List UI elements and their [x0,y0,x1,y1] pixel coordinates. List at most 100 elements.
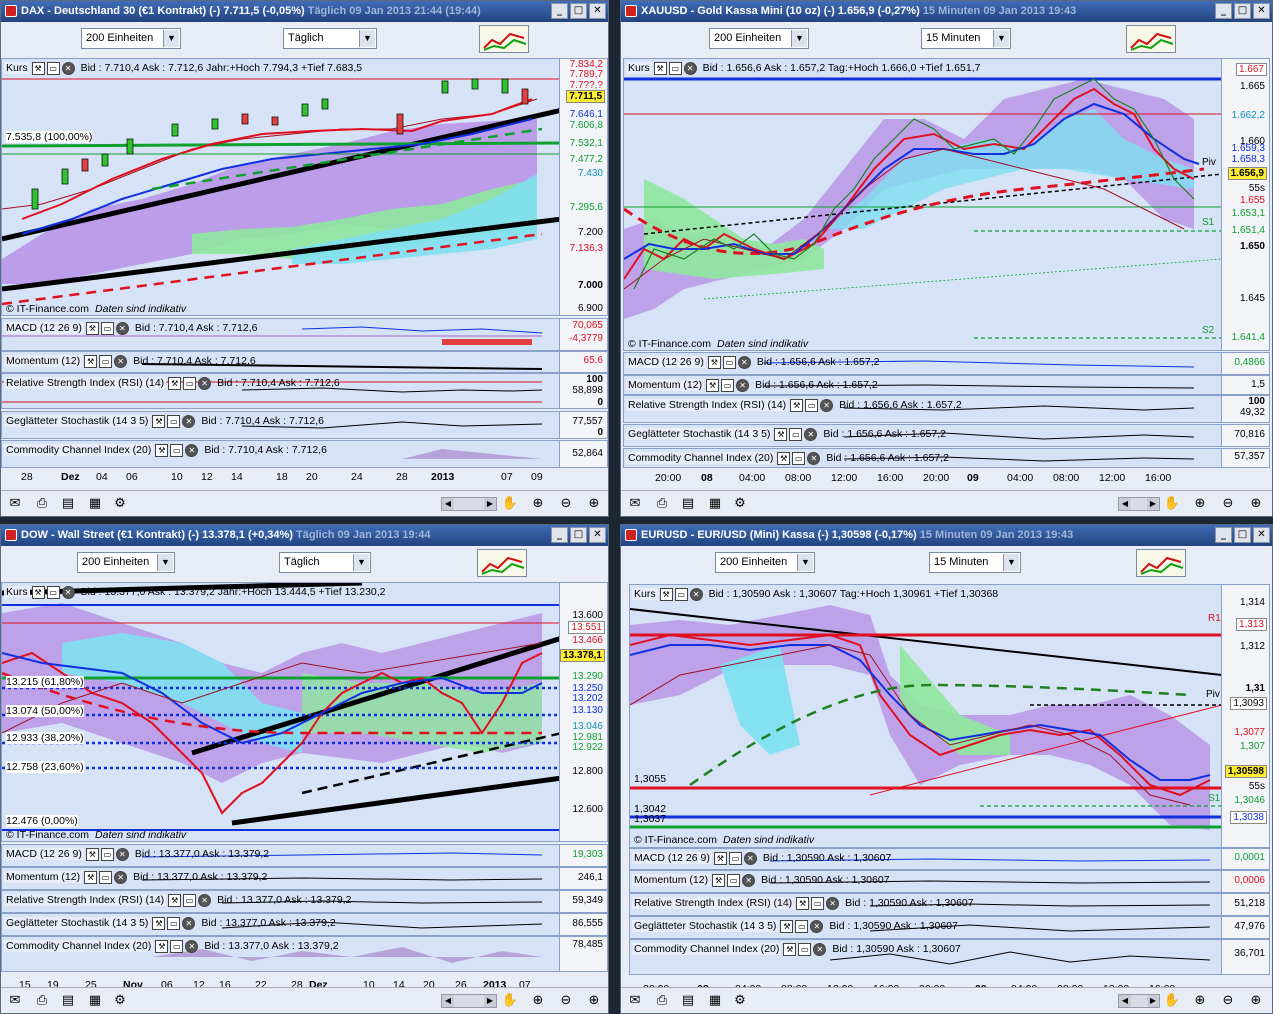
price-scale[interactable]: 13.600 13.551 13.466 13.378,1 13.290 13.… [559,583,607,841]
chevron-down-icon[interactable]: ▼ [993,30,1009,47]
window-icon[interactable]: ▭ [99,870,113,884]
maximize-button[interactable]: □ [1234,3,1251,19]
close-button[interactable]: ✕ [1253,527,1270,543]
close-icon[interactable]: ✕ [114,354,128,368]
macd-pane[interactable]: MACD (12 26 9) ⚒ ▭ ✕ Bid : 1,30590 Ask : 1,3… [629,848,1270,870]
interval-select[interactable]: Täglich ▼ [283,28,377,49]
window-icon[interactable]: ▭ [46,61,60,75]
pan-icon[interactable]: ✋ [501,496,519,511]
window-icon[interactable]: ▭ [100,321,114,335]
units-select[interactable]: 200 Einheiten ▼ [709,28,809,49]
stochastic-pane[interactable]: Geglätteter Stochastik (14 3 5) ⚒ ▭ ✕ Bid : … [1,411,608,439]
horizontal-scrollbar[interactable]: ◀ ▶ [1118,497,1160,511]
close-icon[interactable]: ✕ [182,414,196,428]
wrench-icon[interactable]: ⚒ [780,919,794,933]
chevron-down-icon[interactable]: ▼ [157,554,173,571]
wrench-icon[interactable]: ⚒ [31,585,45,599]
close-icon[interactable]: ✕ [115,847,129,861]
close-icon[interactable]: ✕ [813,942,827,956]
zoom-out-icon[interactable]: ⊖ [1219,496,1237,511]
print-icon[interactable]: ⎙ [653,993,671,1008]
pan-icon[interactable]: ✋ [1163,993,1181,1008]
window-icon[interactable]: ▭ [721,378,735,392]
zoom-out-icon[interactable]: ⊖ [557,993,575,1008]
rsi-pane[interactable]: Relative Strength Index (RSI) (14) ⚒ ▭ ✕ Bid… [629,893,1270,916]
scroll-right-button[interactable]: ▶ [1147,498,1159,510]
wrench-icon[interactable]: ⚒ [777,451,791,465]
wrench-icon[interactable]: ⚒ [84,354,98,368]
close-icon[interactable]: ✕ [736,378,750,392]
close-icon[interactable]: ✕ [185,939,199,953]
close-button[interactable]: ✕ [589,527,606,543]
xau-titlebar[interactable]: XAUUSD - Gold Kassa Mini (10 oz) (-) 1.6… [621,1,1272,22]
mail-icon[interactable]: ✉ [626,993,644,1008]
wrench-icon[interactable]: ⚒ [706,378,720,392]
zoom-in-icon[interactable]: ⊕ [585,496,603,511]
interval-select[interactable]: 15 Minuten ▼ [921,28,1011,49]
eur-titlebar[interactable]: EURUSD - EUR/USD (Mini) Kassa (-) 1,3059… [621,525,1272,546]
chart-doc-icon[interactable]: ▦ [706,993,724,1008]
wrench-icon[interactable]: ⚒ [774,427,788,441]
close-icon[interactable]: ✕ [182,916,196,930]
units-select[interactable]: 200 Einheiten ▼ [81,28,181,49]
chart-type-icon[interactable] [479,25,529,53]
wrench-icon[interactable]: ⚒ [85,321,99,335]
window-icon[interactable]: ▭ [183,376,197,390]
chevron-down-icon[interactable]: ▼ [1003,554,1019,571]
close-button[interactable]: ✕ [1253,3,1270,19]
close-button[interactable]: ✕ [589,3,606,19]
wrench-icon[interactable]: ⚒ [155,939,169,953]
chevron-down-icon[interactable]: ▼ [791,30,807,47]
price-scale[interactable]: 1.667 1.665 1.662,2 1.660 1.659,3 1.658,… [1221,59,1269,350]
scroll-left-button[interactable]: ◀ [442,995,454,1007]
zoom-in-icon[interactable]: ⊕ [1247,993,1265,1008]
close-icon[interactable]: ✕ [198,376,212,390]
dow-titlebar[interactable]: DOW - Wall Street (€1 Kontrakt) (-) 13.3… [1,525,608,546]
doc-icon[interactable]: ▤ [59,993,77,1008]
eur-price-pane[interactable]: Kurs ⚒ ▭ ✕ Bid : 1,30590 Ask : 1,30607 Tag… [629,584,1270,848]
close-icon[interactable]: ✕ [198,893,212,907]
close-icon[interactable]: ✕ [810,919,824,933]
rsi-pane[interactable]: Relative Strength Index (RSI) (14) ⚒ ▭ ✕ Bid… [1,373,608,409]
window-icon[interactable]: ▭ [99,354,113,368]
window-icon[interactable]: ▭ [805,398,819,412]
cci-pane[interactable]: Commodity Channel Index (20) ⚒ ▭ ✕ Bid : 1,3… [629,939,1270,975]
chevron-down-icon[interactable]: ▼ [797,554,813,571]
print-icon[interactable]: ⎙ [33,496,51,511]
window-icon[interactable]: ▭ [183,893,197,907]
wrench-icon[interactable]: ⚒ [659,587,673,601]
doc-icon[interactable]: ▤ [679,496,697,511]
scroll-right-button[interactable]: ▶ [484,498,496,510]
zoom-out-icon[interactable]: ⊖ [1219,993,1237,1008]
close-icon[interactable]: ✕ [737,355,751,369]
scroll-left-button[interactable]: ◀ [1119,995,1131,1007]
stochastic-pane[interactable]: Geglätteter Stochastik (14 3 5) ⚒ ▭ ✕ Bid : … [629,916,1270,939]
wrench-icon[interactable]: ⚒ [707,355,721,369]
close-icon[interactable]: ✕ [807,451,821,465]
close-icon[interactable]: ✕ [61,585,75,599]
close-icon[interactable]: ✕ [683,61,697,75]
stochastic-pane[interactable]: Geglätteter Stochastik (14 3 5) ⚒ ▭ ✕ Bid : … [623,424,1270,447]
window-icon[interactable]: ▭ [170,939,184,953]
settings-icon[interactable]: ⚙ [731,496,749,511]
price-scale[interactable]: 7.834,2 7.789,7 7.7??,? 7.711,5 7.646,1 … [559,59,607,315]
window-icon[interactable]: ▭ [674,587,688,601]
stochastic-pane[interactable]: Geglätteter Stochastik (14 3 5) ⚒ ▭ ✕ Bid : … [1,913,608,936]
rsi-pane[interactable]: Relative Strength Index (RSI) (14) ⚒ ▭ ✕ Bid… [623,395,1270,423]
wrench-icon[interactable]: ⚒ [168,893,182,907]
pan-icon[interactable]: ✋ [501,993,519,1008]
wrench-icon[interactable]: ⚒ [84,870,98,884]
mail-icon[interactable]: ✉ [626,496,644,511]
chart-type-icon[interactable] [1136,549,1186,577]
dax-price-pane[interactable]: Kurs ⚒ ▭ ✕ Bid : 7.710,4 Ask : 7.712,6 Jah… [1,58,608,316]
minimize-button[interactable]: _ [1215,3,1232,19]
scroll-right-button[interactable]: ▶ [1147,995,1159,1007]
wrench-icon[interactable]: ⚒ [152,916,166,930]
maximize-button[interactable]: □ [1234,527,1251,543]
window-icon[interactable]: ▭ [668,61,682,75]
close-icon[interactable]: ✕ [115,321,129,335]
settings-icon[interactable]: ⚙ [731,993,749,1008]
mail-icon[interactable]: ✉ [6,496,24,511]
zoom-fit-icon[interactable]: ⊕ [1191,993,1209,1008]
cci-pane[interactable]: Commodity Channel Index (20) ⚒ ▭ ✕ Bid : 13.… [1,936,608,972]
